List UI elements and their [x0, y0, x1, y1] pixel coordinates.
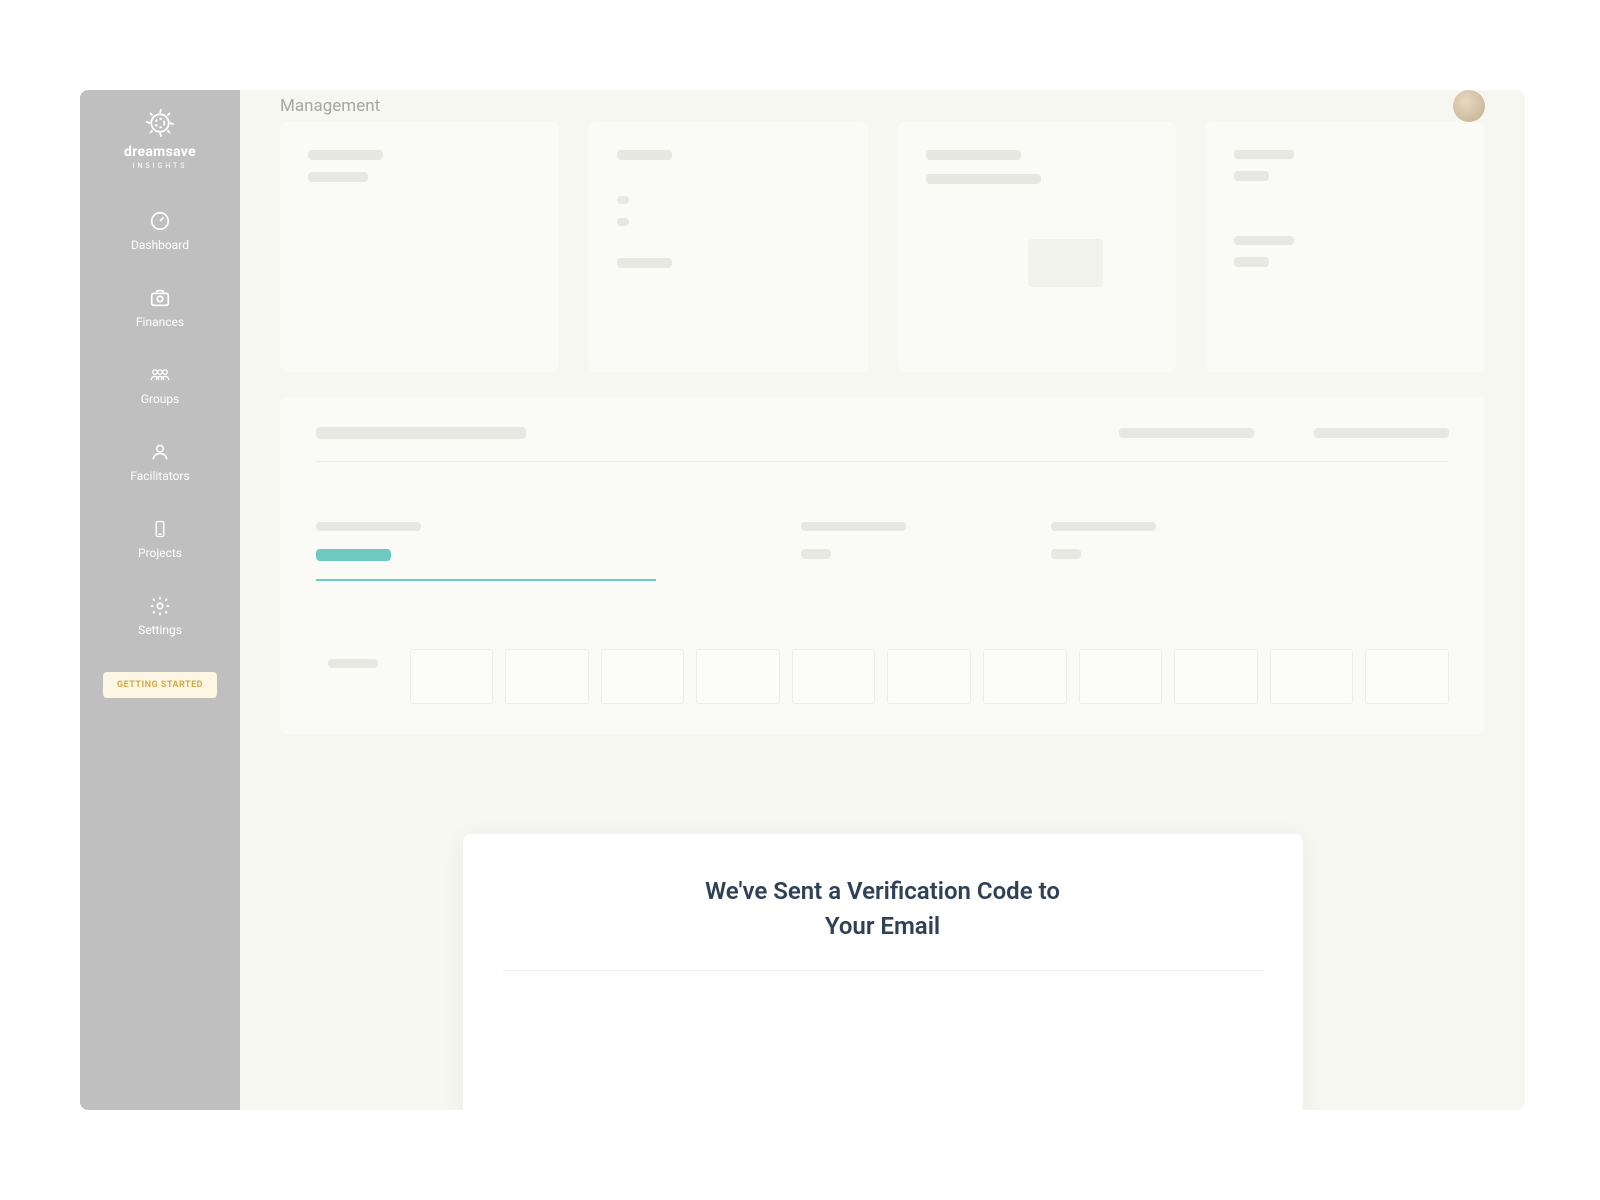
skeleton-value [801, 549, 831, 559]
skeleton-line [926, 174, 1041, 184]
detail-card-header [316, 427, 1449, 462]
sidebar-item-projects[interactable]: Projects [138, 518, 182, 560]
main-area: Management [240, 90, 1525, 1110]
summary-card [280, 122, 559, 372]
sidebar-item-groups[interactable]: Groups [141, 364, 180, 406]
verification-modal: We've Sent a Verification Code to Your E… [463, 834, 1303, 1110]
bottom-cell [505, 649, 589, 704]
skeleton-line [617, 150, 672, 160]
bottom-cell [983, 649, 1067, 704]
detail-card [280, 397, 1485, 734]
bottom-cell [1174, 649, 1258, 704]
skeleton-line [617, 196, 629, 204]
sidebar-item-label: Dashboard [131, 238, 189, 252]
bottom-row [316, 649, 1449, 704]
bottom-cell [887, 649, 971, 704]
bottom-cell [1270, 649, 1354, 704]
brand-subtitle: INSIGHTS [133, 162, 188, 170]
skeleton-line [926, 150, 1021, 160]
sidebar-item-label: Projects [138, 546, 182, 560]
skeleton-label [801, 522, 906, 531]
header-right-group [1119, 428, 1449, 438]
bottom-cell [316, 649, 398, 704]
brand-name: dreamsave [124, 144, 196, 160]
brand-gear-icon [145, 108, 175, 138]
skeleton-label [1051, 522, 1156, 531]
skeleton-line [617, 218, 629, 226]
sidebar-item-facilitators[interactable]: Facilitators [130, 441, 189, 483]
sidebar-item-settings[interactable]: Settings [138, 595, 182, 637]
skeleton-value [316, 549, 391, 561]
skeleton-line [1234, 150, 1294, 159]
bottom-cell [792, 649, 876, 704]
getting-started-button[interactable]: GETTING STARTED [103, 672, 217, 698]
skeleton-value [1051, 549, 1081, 559]
avatar[interactable] [1453, 90, 1485, 122]
user-icon [149, 441, 171, 463]
sidebar-nav: Dashboard Finances Groups [80, 210, 240, 637]
app-container: dreamsave INSIGHTS Dashboard Finances [80, 90, 1525, 1110]
bottom-cell [601, 649, 685, 704]
sidebar-item-label: Groups [141, 392, 180, 406]
topbar: Management [240, 90, 1525, 122]
sidebar-item-label: Facilitators [130, 469, 189, 483]
skeleton-line [328, 659, 378, 668]
camera-icon [149, 287, 171, 309]
bottom-cell [410, 649, 494, 704]
stat-col [316, 522, 656, 581]
summary-card [898, 122, 1177, 372]
skeleton-label [316, 522, 421, 531]
skeleton-line [1314, 428, 1449, 438]
sidebar-item-dashboard[interactable]: Dashboard [131, 210, 189, 252]
summary-card-row [280, 122, 1485, 372]
skeleton-line [1234, 236, 1294, 245]
sidebar-item-label: Finances [136, 315, 184, 329]
brand-logo-block: dreamsave INSIGHTS [124, 108, 196, 170]
skeleton-line [1234, 257, 1269, 267]
skeleton-line [617, 258, 672, 268]
page-title: Management [280, 96, 380, 116]
gauge-icon [149, 210, 171, 232]
skeleton-line [1234, 171, 1269, 181]
stat-row [316, 462, 1449, 601]
page-content: We've Sent a Verification Code to Your E… [240, 122, 1525, 1110]
skeleton-box [1028, 239, 1103, 287]
modal-title: We've Sent a Verification Code to Your E… [683, 874, 1083, 944]
bottom-cell [696, 649, 780, 704]
skeleton-line [308, 150, 383, 160]
phone-icon [149, 518, 171, 540]
skeleton-line [1119, 428, 1254, 438]
skeleton-title [316, 427, 526, 439]
summary-card [1206, 122, 1485, 372]
summary-card [589, 122, 868, 372]
gear-icon [149, 595, 171, 617]
bottom-cell [1079, 649, 1163, 704]
stat-col [1051, 522, 1156, 581]
skeleton-line [308, 172, 368, 182]
sidebar-item-label: Settings [138, 623, 182, 637]
modal-divider [503, 970, 1263, 971]
sidebar-item-finances[interactable]: Finances [136, 287, 184, 329]
users-icon [149, 364, 171, 386]
stat-col [801, 522, 906, 581]
bottom-cell [1365, 649, 1449, 704]
sidebar: dreamsave INSIGHTS Dashboard Finances [80, 90, 240, 1110]
